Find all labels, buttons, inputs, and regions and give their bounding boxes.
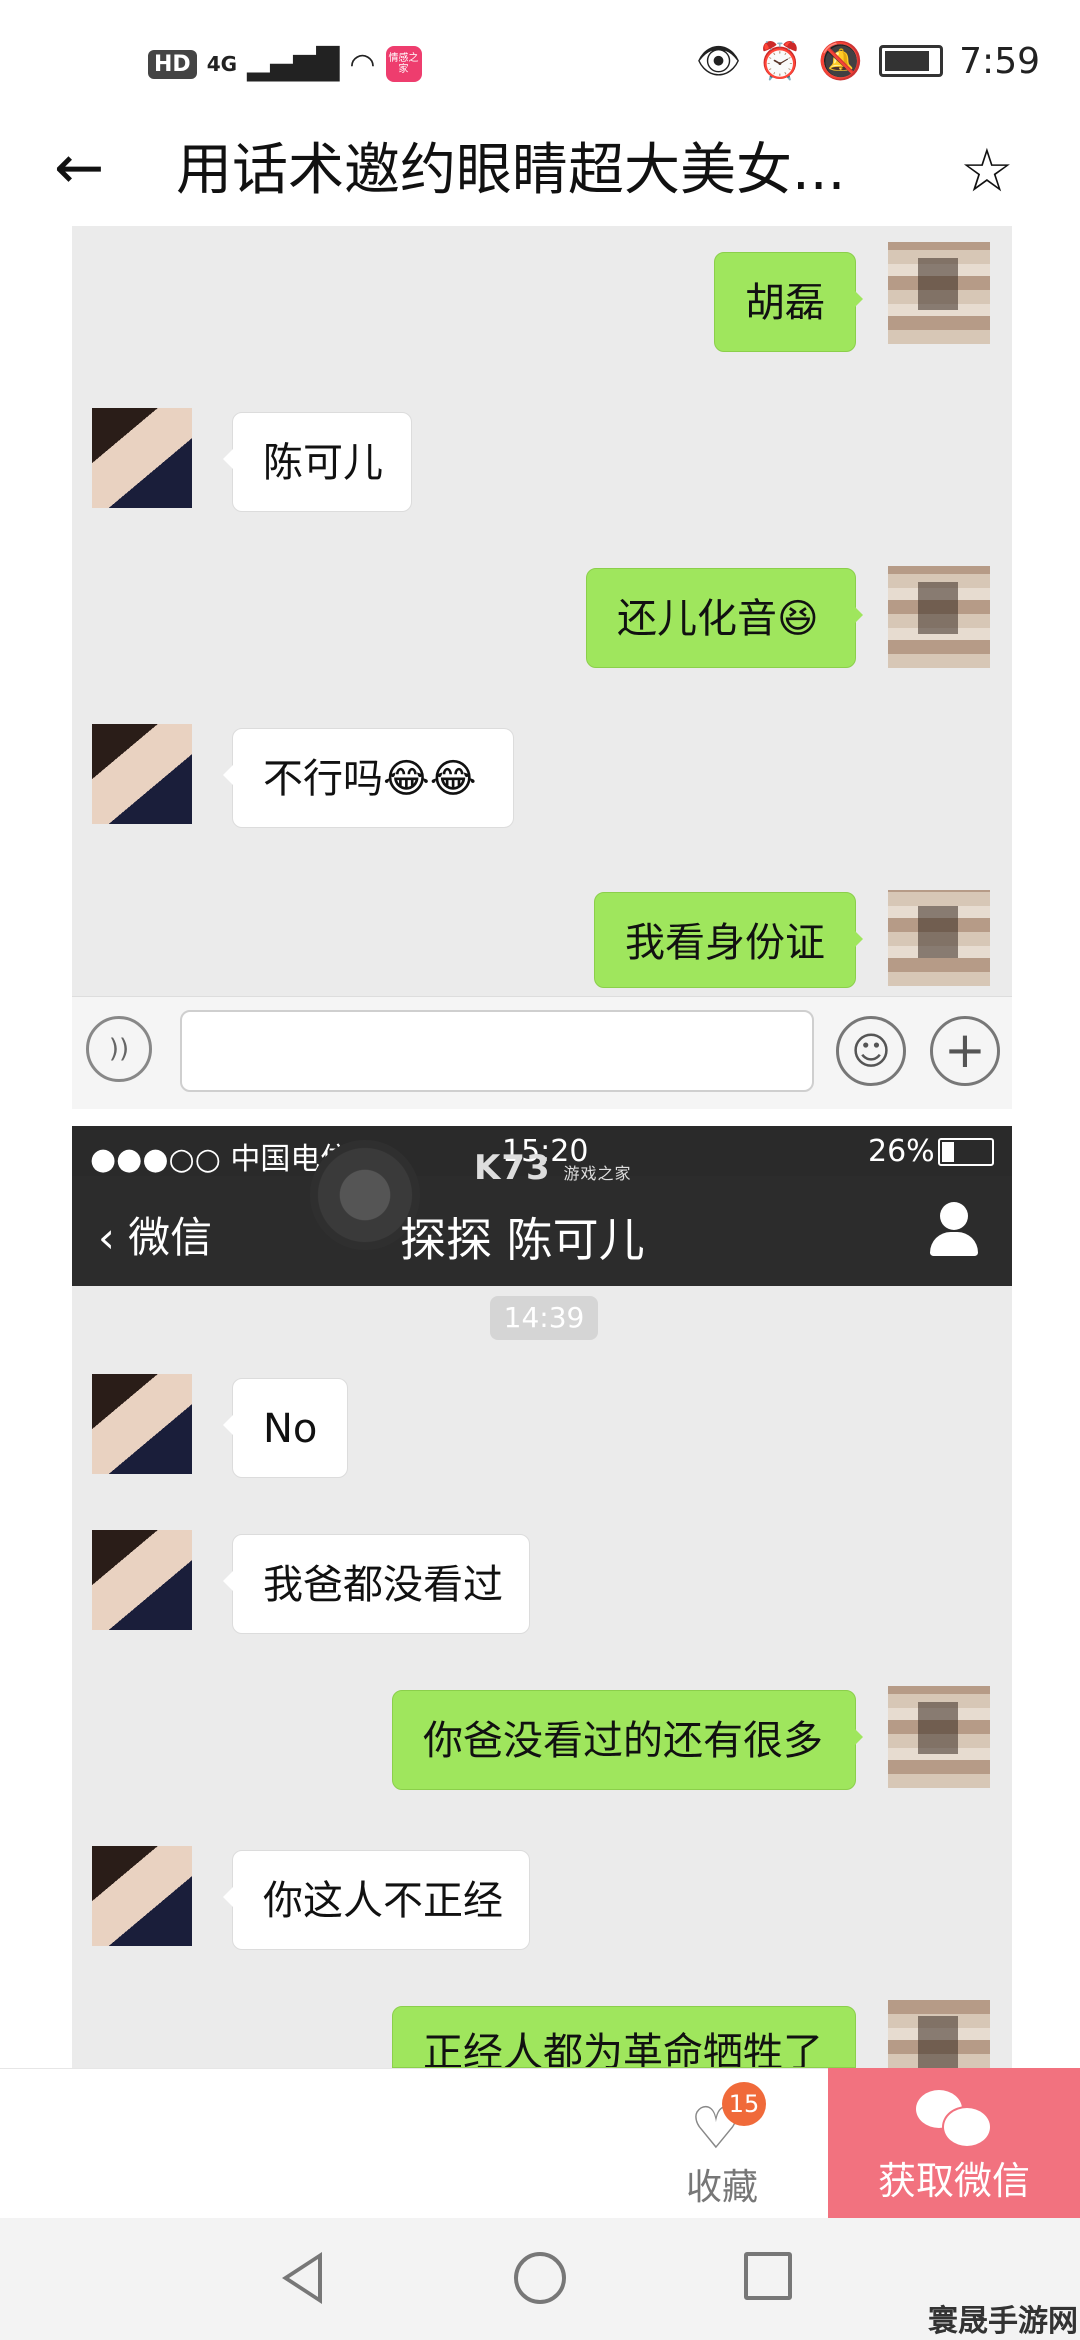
battery-icon: [938, 1138, 994, 1166]
watermark-subtext: 游戏之家: [563, 1164, 632, 1183]
page-title: 用话术邀约眼睛超大美女...: [176, 138, 846, 203]
emoji-icon[interactable]: ☺: [836, 1016, 906, 1086]
mute-icon: 🔕: [818, 41, 864, 82]
chat-bubble-left: 陈可儿: [223, 412, 412, 512]
chat-bubble-right: 我看身份证: [594, 892, 863, 988]
network-type-indicator: 4G: [206, 52, 238, 76]
hd-indicator: HD: [148, 49, 197, 79]
chat-bubble-right: 你爸没看过的还有很多: [392, 1690, 863, 1790]
chat-bubble-left: 你这人不正经: [223, 1850, 530, 1950]
carrier-label: ●●●○○ 中国电信: [90, 1142, 351, 1177]
avatar: [888, 1686, 990, 1788]
embedded-chat-title: 探探 陈可儿: [400, 1213, 645, 1267]
chat-bubble-left: 不行吗😂😂: [223, 728, 514, 828]
app-notification-icon: 情感之家: [385, 46, 422, 82]
avatar: [888, 566, 990, 668]
person-icon: [924, 1200, 984, 1260]
avatar: [92, 1530, 192, 1630]
get-wechat-label[interactable]: 获取微信: [828, 2150, 1080, 2205]
status-right-indicators: 👁 ⏰ 🔕 7:59: [695, 40, 1040, 83]
corner-watermark: 寰晟手游网: [928, 2304, 1078, 2339]
watermark-logo: K73 游戏之家: [474, 1148, 632, 1188]
wechat-icon: [916, 2090, 992, 2148]
chat-timestamp: 14:39: [490, 1296, 598, 1340]
favorite-star-icon[interactable]: ☆: [960, 136, 1014, 206]
embedded-back-button: ‹ 微信: [98, 1204, 212, 1265]
status-left-indicators: HD 4G ▂▄▆█ ◠ 情感之家: [148, 46, 422, 82]
nav-back-icon-inner: [289, 2259, 318, 2297]
alarm-icon: ⏰: [757, 41, 803, 82]
status-time: 7:59: [959, 40, 1040, 82]
avatar: [888, 242, 990, 344]
collect-count-badge: 15: [722, 2082, 766, 2126]
message-input[interactable]: [180, 1010, 814, 1092]
chat-bubble-right: 胡磊: [714, 252, 863, 352]
nav-recent-apps-icon[interactable]: [744, 2252, 792, 2300]
battery-icon: [879, 45, 944, 77]
avatar: [92, 408, 192, 508]
avatar: [92, 724, 192, 824]
chevron-left-icon: ‹: [98, 1213, 115, 1262]
wifi-icon: ◠: [349, 46, 376, 82]
chat-bubble-left: No: [223, 1378, 348, 1478]
chat-bubble-right: 还儿化音😆: [586, 568, 863, 668]
avatar: [92, 1846, 192, 1946]
avatar: [888, 2000, 990, 2068]
nav-home-icon[interactable]: [514, 2252, 566, 2304]
eye-comfort-icon: 👁: [695, 41, 742, 82]
avatar: [92, 1374, 192, 1474]
embedded-back-label: 微信: [128, 1213, 213, 1262]
collect-button[interactable]: 收藏: [686, 2158, 758, 2210]
signal-icon: ▂▄▆█: [247, 46, 340, 82]
avatar: [888, 890, 990, 986]
chat-bubble-left: 我爸都没看过: [223, 1534, 530, 1634]
watermark-text: K73: [474, 1148, 551, 1188]
plus-icon[interactable]: +: [930, 1016, 1000, 1086]
battery-percent: 26%: [868, 1134, 935, 1169]
voice-icon[interactable]: )): [86, 1016, 152, 1082]
chat-bubble-right: 正经人都为革命牺牲了: [392, 2006, 856, 2068]
back-arrow-icon[interactable]: ←: [54, 138, 114, 198]
